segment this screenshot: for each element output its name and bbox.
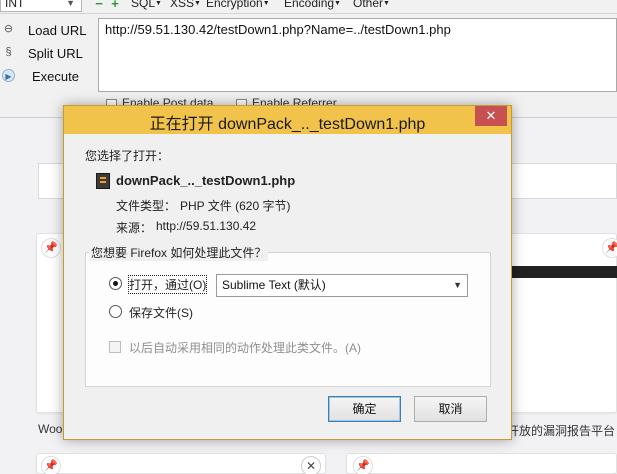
url-textarea[interactable]: http://59.51.130.42/testDown1.php?Name=.… [98, 18, 617, 92]
open-with-app-select[interactable]: Sublime Text (默认) ▼ [216, 274, 468, 297]
minus-icon[interactable]: − [93, 0, 105, 10]
top-site-tile-4[interactable]: 📌 [346, 453, 617, 474]
menu-encryption[interactable]: Encryption▼ [206, 0, 270, 10]
load-url-button[interactable]: ⊖ Load URL [0, 21, 98, 41]
chevron-down-icon: ▼ [66, 0, 75, 8]
menu-xss[interactable]: XSS▼ [170, 0, 201, 10]
execute-label: Execute [32, 69, 79, 84]
close-icon[interactable]: ✕ [475, 106, 507, 126]
top-site-tile-2[interactable]: 📌 [506, 233, 617, 413]
save-file-radio[interactable] [109, 305, 122, 318]
chevron-down-icon: ▼ [453, 280, 462, 290]
file-type-label: 文件类型： [116, 199, 177, 213]
url-value: http://59.51.130.42/testDown1.php?Name=.… [105, 22, 451, 37]
auto-action-label: 以后自动采用相同的动作处理此类文件。(A) [129, 341, 361, 355]
pin-icon[interactable]: 📌 [602, 238, 617, 258]
tile-caption-right: 开放的漏洞报告平台 [507, 424, 616, 438]
open-with-app-value: Sublime Text (默认) [222, 278, 326, 292]
cancel-label: 取消 [438, 402, 463, 416]
tile-caption-left: Woo [38, 422, 63, 436]
execute-button[interactable]: ▶ Execute [0, 67, 98, 87]
save-file-label[interactable]: 保存文件(S) [129, 304, 193, 321]
cancel-button[interactable]: 取消 [414, 396, 487, 422]
you-chose-label: 您选择了打开： [85, 149, 170, 163]
pin-icon[interactable]: 📌 [353, 456, 373, 474]
menu-sql[interactable]: SQL▼ [131, 0, 162, 10]
source-label: 来源： [116, 221, 153, 235]
ok-label: 确定 [352, 402, 377, 416]
auto-action-checkbox[interactable] [109, 341, 121, 353]
menu-xss-label: XSS [170, 0, 195, 10]
hackbar-panel: ⊖ Load URL § Split URL ▶ Execute http://… [0, 14, 617, 118]
load-url-label: Load URL [28, 23, 87, 38]
hackbar-toolbar: INT ▼ − + SQL▼ XSS▼ Encryption▼ Encoding… [0, 0, 617, 14]
close-icon[interactable]: ✕ [301, 456, 321, 474]
php-file-icon [96, 173, 110, 189]
top-site-tile-3[interactable]: 📌 ✕ [36, 453, 326, 474]
pin-icon[interactable]: 📌 [41, 238, 61, 258]
open-file-dialog: 正在打开 downPack_.._testDown1.php ✕ 您选择了打开：… [63, 105, 512, 440]
menu-encoding-label: Encoding [284, 0, 335, 10]
action-group: 打开，通过(O) 保存文件(S) 以后自动采用相同的动作处理此类文件。(A) [85, 252, 491, 387]
split-url-button[interactable]: § Split URL [0, 44, 98, 64]
source-value: http://59.51.130.42 [156, 219, 257, 233]
open-with-label[interactable]: 打开，通过(O) [127, 275, 208, 294]
pin-icon[interactable]: 📌 [41, 456, 61, 474]
thumbnail-header [507, 266, 617, 278]
file-type-value: PHP 文件 (620 字节) [180, 199, 291, 213]
split-url-icon: § [5, 46, 12, 58]
action-question: 您想要 Firefox 如何处理此文件？ [89, 244, 269, 261]
int-select[interactable]: INT ▼ [0, 0, 82, 12]
dialog-body: 您选择了打开： downPack_.._testDown1.php 文件类型： … [70, 134, 505, 434]
dialog-titlebar: 正在打开 downPack_.._testDown1.php ✕ [64, 106, 511, 134]
split-url-label: Split URL [28, 46, 83, 61]
menu-encryption-label: Encryption [206, 0, 263, 10]
load-url-icon: ⊖ [3, 23, 14, 35]
ok-button[interactable]: 确定 [328, 396, 401, 422]
dialog-title: 正在打开 downPack_.._testDown1.php [149, 116, 426, 133]
menu-sql-label: SQL [131, 0, 156, 10]
play-icon: ▶ [2, 69, 15, 82]
menu-other-label: Other [353, 0, 384, 10]
file-name: downPack_.._testDown1.php [116, 173, 296, 188]
menu-encoding[interactable]: Encoding▼ [284, 0, 341, 10]
int-select-value: INT [5, 0, 25, 10]
menu-other[interactable]: Other▼ [353, 0, 390, 10]
open-with-radio[interactable] [109, 277, 122, 290]
plus-icon[interactable]: + [109, 0, 121, 10]
